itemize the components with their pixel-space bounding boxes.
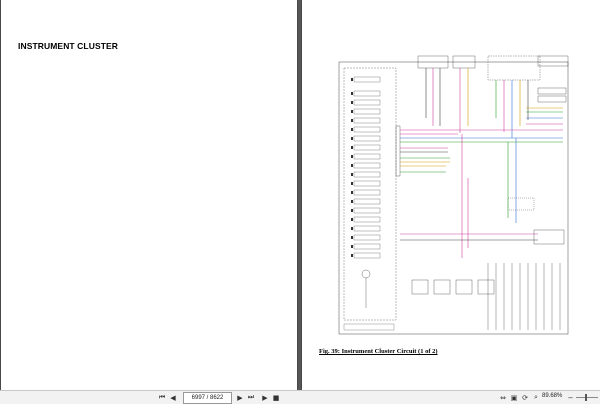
page-number-input[interactable]: 6997 / 8622 — [183, 392, 232, 404]
last-page-icon[interactable]: ⏭ — [246, 392, 256, 403]
right-page: Fig. 39: Instrument Cluster Circuit (1 o… — [302, 0, 600, 390]
first-page-icon[interactable]: ⏮ — [157, 392, 167, 403]
left-page: INSTRUMENT CLUSTER — [1, 0, 297, 390]
relay-box — [487, 55, 541, 81]
fit-page-icon[interactable]: ▣ — [509, 392, 519, 403]
page-heading: INSTRUMENT CLUSTER — [18, 41, 119, 51]
rotate-icon[interactable]: ⟳ — [520, 392, 530, 403]
previous-page-icon[interactable]: ◀ — [168, 392, 178, 403]
zoom-level: 89.68% — [542, 393, 563, 399]
zoom-slider-knob[interactable] — [585, 394, 587, 401]
search-icon[interactable]: ⌕ — [531, 392, 541, 403]
fit-width-icon[interactable]: ⇔ — [498, 392, 508, 403]
stop-icon[interactable]: ■ — [271, 392, 281, 403]
next-page-icon[interactable]: ▶ — [235, 392, 245, 403]
figure-caption: Fig. 39: Instrument Cluster Circuit (1 o… — [319, 348, 438, 355]
pin-markers — [351, 78, 353, 257]
switches — [361, 263, 561, 330]
connector-pins — [353, 76, 381, 259]
zoom-out-icon[interactable]: − — [566, 392, 575, 403]
zoom-slider[interactable] — [576, 394, 598, 401]
pdf-toolbar: ⏮ ◀ 6997 / 8622 ▶ ⏭ ▶ ■ ⇔ ▣ ⟳ ⌕ 89.68% − — [0, 390, 600, 404]
wiring-diagram — [338, 55, 569, 335]
play-icon[interactable]: ▶ — [260, 392, 270, 403]
